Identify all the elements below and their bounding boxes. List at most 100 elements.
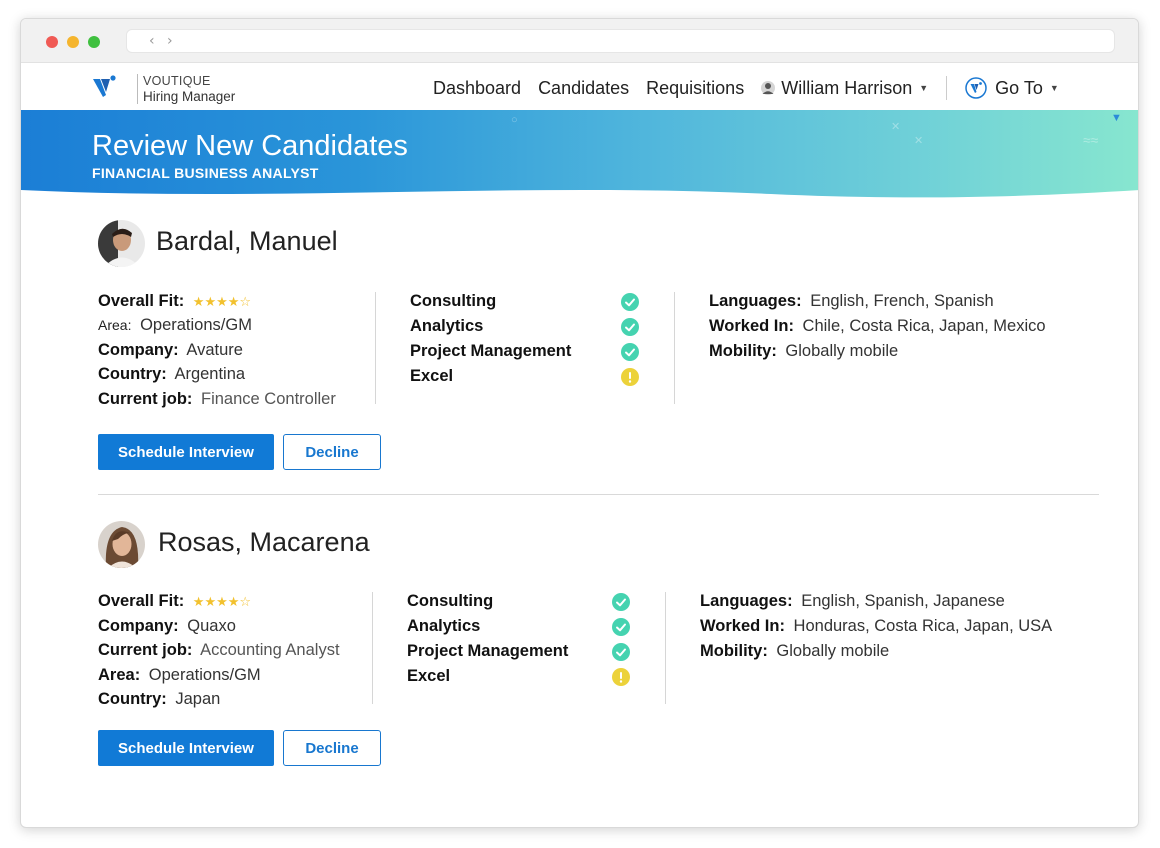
candidate-avatar [98, 521, 145, 568]
country-row: Country: Argentina [98, 365, 245, 384]
overall-fit-row: Overall Fit: ★★★★☆ [98, 592, 251, 611]
warning-icon [621, 368, 639, 386]
nav-candidates[interactable]: Candidates [538, 78, 629, 99]
check-icon [621, 343, 639, 361]
schedule-interview-button[interactable]: Schedule Interview [98, 434, 274, 470]
skill-consulting: Consulting [407, 592, 494, 610]
column-divider [372, 592, 373, 704]
worked-in-row: Worked In: Chile, Costa Rica, Japan, Mex… [709, 317, 1046, 336]
nav-links: Dashboard Candidates Requisitions Willia… [433, 76, 1059, 100]
area-value: Operations/GM [140, 316, 252, 334]
candidate-name[interactable]: Bardal, Manuel [156, 226, 338, 257]
page-banner: ○ ✕ ✕ ≈≈ ▼ Review New Candidates FINANCI… [21, 110, 1138, 202]
company-value: Avature [186, 341, 243, 359]
area-label: Area: [98, 666, 141, 684]
decline-button[interactable]: Decline [283, 434, 381, 470]
candidate-avatar [98, 220, 145, 267]
languages-row: Languages: English, French, Spanish [709, 292, 994, 311]
check-icon [621, 293, 639, 311]
brand-role: Hiring Manager [143, 89, 236, 104]
languages-value: English, French, Spanish [810, 292, 994, 310]
worked-in-row: Worked In: Honduras, Costa Rica, Japan, … [700, 617, 1052, 636]
area-row: Area: Operations/GM [98, 666, 261, 685]
skill-project-management: Project Management [407, 642, 569, 660]
check-icon [621, 318, 639, 336]
current-job-row: Current job: Accounting Analyst [98, 641, 340, 660]
skill-project-management: Project Management [410, 342, 572, 360]
current-job-label: Current job: [98, 641, 193, 659]
worked-in-value: Chile, Costa Rica, Japan, Mexico [802, 317, 1046, 335]
user-menu[interactable]: William Harrison ▼ [761, 78, 928, 99]
area-row: Area: Operations/GM [98, 316, 252, 335]
column-divider [674, 292, 675, 404]
warning-icon [612, 668, 630, 686]
company-label: Company: [98, 617, 179, 635]
skill-analytics: Analytics [407, 617, 481, 635]
minimize-window-button[interactable] [67, 36, 79, 48]
check-icon [612, 643, 630, 661]
goto-logo-icon [965, 77, 987, 99]
address-bar[interactable]: ‹ › [126, 29, 1115, 53]
goto-menu[interactable]: Go To ▼ [965, 77, 1059, 99]
top-navigation: VOUTIQUE Hiring Manager Dashboard Candid… [21, 63, 1138, 110]
overall-fit-label: Overall Fit: [98, 592, 185, 610]
current-job-row: Current job: Finance Controller [98, 390, 336, 409]
languages-row: Languages: English, Spanish, Japanese [700, 592, 1005, 611]
languages-value: English, Spanish, Japanese [801, 592, 1005, 610]
company-row: Company: Avature [98, 341, 243, 360]
nav-separator [946, 76, 948, 100]
country-label: Country: [98, 690, 167, 708]
candidate-divider [98, 494, 1099, 495]
country-row: Country: Japan [98, 690, 220, 709]
nav-requisitions[interactable]: Requisitions [646, 78, 744, 99]
skill-excel: Excel [410, 367, 454, 385]
worked-in-label: Worked In: [700, 617, 785, 635]
mobility-value: Globally mobile [776, 642, 890, 660]
schedule-interview-button[interactable]: Schedule Interview [98, 730, 274, 766]
skill-analytics: Analytics [410, 317, 484, 335]
user-avatar-icon [761, 81, 776, 95]
goto-label: Go To [995, 77, 1043, 98]
maximize-window-button[interactable] [88, 36, 100, 48]
company-row: Company: Quaxo [98, 617, 236, 636]
company-label: Company: [98, 341, 179, 359]
languages-label: Languages: [709, 292, 802, 310]
voutique-logo-icon[interactable] [91, 73, 119, 101]
overall-fit-row: Overall Fit: ★★★★☆ [98, 292, 251, 311]
rating-stars-icon: ★★★★☆ [192, 595, 252, 610]
rating-stars-icon: ★★★★☆ [192, 295, 252, 310]
skill-consulting: Consulting [410, 292, 497, 310]
area-value: Operations/GM [148, 666, 261, 684]
brand-name: VOUTIQUE [143, 74, 211, 88]
page-title: Review New Candidates [92, 130, 408, 162]
decline-button[interactable]: Decline [283, 730, 381, 766]
skill-excel: Excel [407, 667, 451, 685]
back-forward-icon[interactable]: ‹ › [149, 33, 177, 49]
chevron-down-icon: ▼ [919, 83, 929, 93]
mobility-value: Globally mobile [785, 342, 899, 360]
brand-block: VOUTIQUE Hiring Manager [137, 74, 235, 104]
current-job-value: Finance Controller [201, 390, 336, 408]
country-label: Country: [98, 365, 167, 383]
current-job-value: Accounting Analyst [200, 641, 340, 659]
column-divider [375, 292, 376, 404]
area-label: Area: [98, 317, 132, 333]
company-value: Quaxo [187, 617, 236, 635]
user-name: William Harrison [781, 77, 913, 98]
column-divider [665, 592, 666, 704]
country-value: Argentina [174, 365, 246, 383]
candidate-name[interactable]: Rosas, Macarena [158, 527, 370, 558]
page-subtitle: FINANCIAL BUSINESS ANALYST [92, 165, 319, 181]
browser-titlebar: ‹ › [21, 19, 1138, 63]
chevron-down-icon: ▼ [1049, 83, 1059, 93]
mobility-label: Mobility: [709, 342, 777, 360]
worked-in-value: Honduras, Costa Rica, Japan, USA [793, 617, 1053, 635]
worked-in-label: Worked In: [709, 317, 794, 335]
mobility-row: Mobility: Globally mobile [700, 642, 889, 661]
nav-dashboard[interactable]: Dashboard [433, 78, 521, 99]
close-window-button[interactable] [46, 36, 58, 48]
check-icon [612, 618, 630, 636]
mobility-row: Mobility: Globally mobile [709, 342, 898, 361]
country-value: Japan [175, 690, 221, 708]
languages-label: Languages: [700, 592, 793, 610]
